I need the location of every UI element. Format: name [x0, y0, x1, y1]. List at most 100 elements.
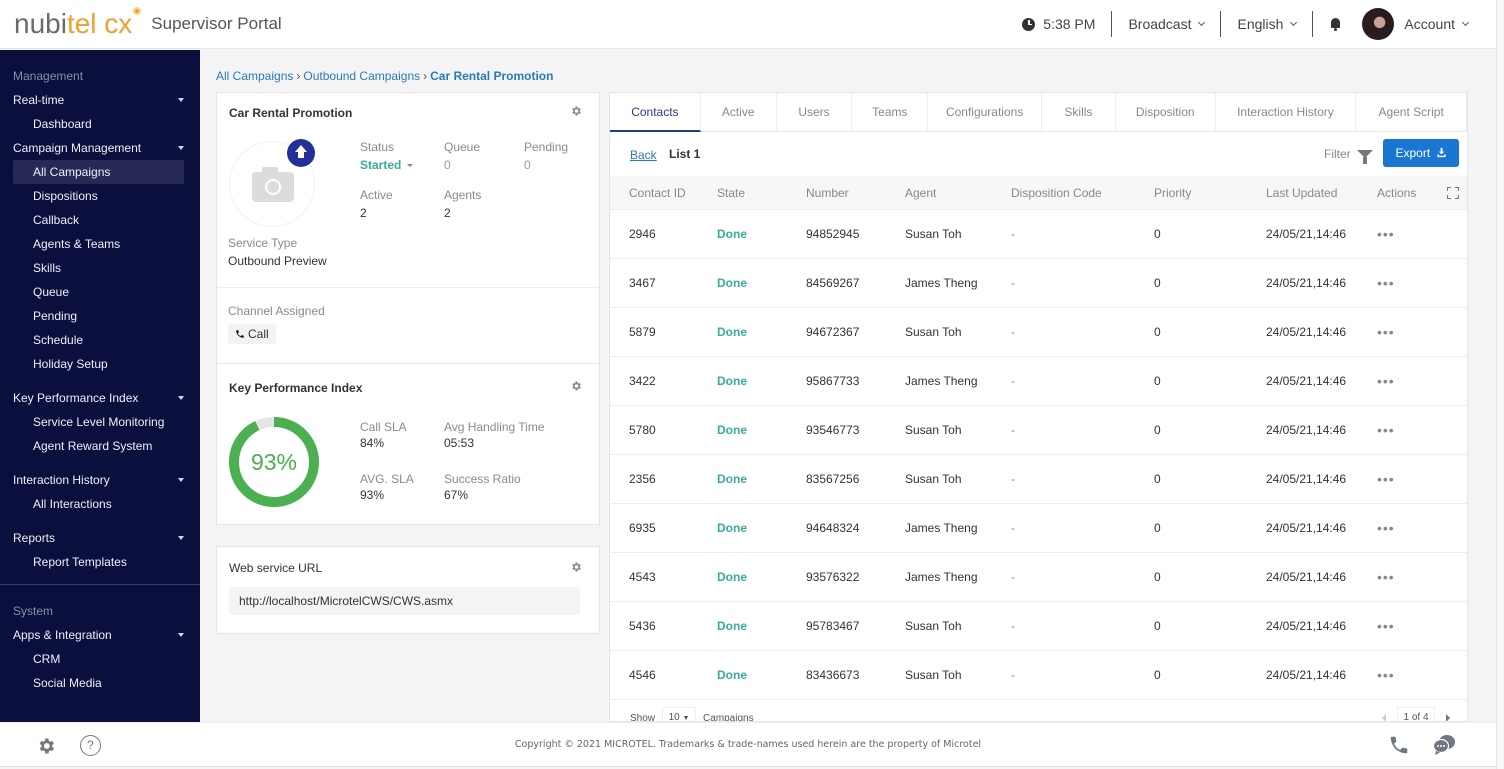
sidebar-group-campaign-management[interactable]: Campaign Management [0, 136, 200, 160]
broadcast-dropdown[interactable]: Broadcast [1112, 11, 1220, 37]
web-service-title: Web service URL [229, 561, 323, 575]
row-actions-menu-icon[interactable]: ••• [1377, 226, 1447, 242]
row-actions-menu-icon[interactable]: ••• [1377, 422, 1447, 438]
contacts-panel: Contacts Active Users Teams Configurations Sk… [609, 92, 1468, 722]
gear-icon[interactable] [570, 105, 582, 117]
sidebar-item-dashboard[interactable]: Dashboard [13, 112, 184, 136]
next-page-button[interactable] [1446, 714, 1450, 721]
sidebar-item-agent-reward-system[interactable]: Agent Reward System [13, 434, 184, 458]
sidebar-item-agents-and-teams[interactable]: Agents & Teams [13, 232, 184, 256]
cell-priority: 0 [1154, 668, 1161, 682]
sidebar-divider [0, 584, 200, 585]
sidebar-group-interaction-history[interactable]: Interaction History [0, 468, 200, 492]
cell-number: 93546773 [806, 423, 860, 437]
filter-button[interactable]: Filter [1324, 147, 1373, 164]
table-row[interactable]: 3467 Done 84569267 James Theng - 0 24/05/21,14… [610, 259, 1467, 308]
table-row[interactable]: 4546 Done 83436673 Susan Toh - 0 24/05/21,14:4… [610, 651, 1467, 700]
status-dropdown[interactable]: Started [360, 158, 414, 172]
row-actions-menu-icon[interactable]: ••• [1377, 373, 1447, 389]
table-row[interactable]: 5780 Done 93546773 Susan Toh - 0 24/05/21,14:4… [610, 406, 1467, 455]
sidebar-item-social-media[interactable]: Social Media [13, 671, 184, 695]
sidebar-item-report-templates[interactable]: Report Templates [13, 550, 184, 574]
sidebar-item-crm[interactable]: CRM [13, 647, 184, 671]
table-row[interactable]: 4543 Done 93576322 James Theng - 0 24/05/21,14… [610, 553, 1467, 602]
tab-users[interactable]: Users [777, 93, 853, 132]
cell-state: Done [717, 521, 747, 535]
row-actions-menu-icon[interactable]: ••• [1377, 471, 1447, 487]
table-row[interactable]: 5879 Done 94672367 Susan Toh - 0 24/05/21,14:4… [610, 308, 1467, 357]
sidebar-item-holiday-setup[interactable]: Holiday Setup [13, 352, 184, 376]
page-scrollbar[interactable] [1496, 0, 1504, 769]
cell-disposition-code: - [1011, 276, 1015, 290]
divider [217, 287, 599, 288]
row-actions-menu-icon[interactable]: ••• [1377, 618, 1447, 634]
cell-state: Done [717, 374, 747, 388]
tab-teams[interactable]: Teams [852, 93, 929, 132]
sidebar-item-all-campaigns[interactable]: All Campaigns [13, 160, 184, 184]
list-name: List 1 [669, 147, 701, 161]
sidebar-group-real-time[interactable]: Real-time [0, 88, 200, 112]
chat-icon[interactable] [1432, 734, 1456, 756]
notifications-button[interactable] [1313, 11, 1358, 37]
top-header: nubi tel cx Supervisor Portal 5:38 PM Bro… [0, 0, 1496, 49]
sidebar-item-schedule[interactable]: Schedule [13, 328, 184, 352]
cell-agent: Susan Toh [905, 227, 962, 241]
sidebar-item-skills[interactable]: Skills [13, 256, 184, 280]
cell-last-updated: 24/05/21,14:46 [1266, 227, 1347, 241]
tab-contacts[interactable]: Contacts [610, 93, 701, 132]
sidebar-item-pending[interactable]: Pending [13, 304, 184, 328]
table-row[interactable]: 2356 Done 83567256 Susan Toh - 0 24/05/21,14:4… [610, 455, 1467, 504]
row-actions-menu-icon[interactable]: ••• [1377, 520, 1447, 536]
tab-interaction-history[interactable]: Interaction History [1216, 93, 1357, 132]
sidebar-group-key-performance-index[interactable]: Key Performance Index [0, 386, 200, 410]
cell-contact-id: 3467 [629, 276, 656, 290]
table-row[interactable]: 2946 Done 94852945 Susan Toh - 0 24/05/21,14:4… [610, 210, 1467, 259]
gear-icon[interactable] [570, 380, 582, 392]
export-button[interactable]: Export [1383, 139, 1459, 167]
sidebar-item-callback[interactable]: Callback [13, 208, 184, 232]
cell-disposition-code: - [1011, 668, 1015, 682]
row-actions-menu-icon[interactable]: ••• [1377, 569, 1447, 585]
sidebar-group-reports[interactable]: Reports [0, 526, 200, 550]
tab-bar: Contacts Active Users Teams Configurations Sk… [610, 93, 1467, 132]
account-dropdown[interactable]: Account [1358, 8, 1470, 40]
tab-agent-script[interactable]: Agent Script [1356, 93, 1467, 132]
sidebar-item-all-interactions[interactable]: All Interactions [13, 492, 184, 516]
tab-configurations[interactable]: Configurations [928, 93, 1042, 132]
cell-last-updated: 24/05/21,14:46 [1266, 374, 1347, 388]
tab-active[interactable]: Active [701, 93, 777, 132]
table-row[interactable]: 3422 Done 95867733 James Theng - 0 24/05/21,14… [610, 357, 1467, 406]
cell-contact-id: 4546 [629, 668, 656, 682]
fullscreen-icon[interactable] [1447, 186, 1459, 199]
gear-icon[interactable] [570, 561, 582, 573]
cell-agent: Susan Toh [905, 619, 962, 633]
nubitel-logo[interactable]: nubi tel cx [14, 7, 142, 38]
tab-skills[interactable]: Skills [1042, 93, 1116, 132]
phone-icon[interactable] [1388, 734, 1410, 756]
language-dropdown[interactable]: English [1221, 11, 1312, 37]
breadcrumb-all-campaigns[interactable]: All Campaigns [216, 69, 293, 83]
web-service-url-field[interactable]: http://localhost/MicrotelCWS/CWS.asmx [229, 587, 580, 615]
cell-number: 83436673 [806, 668, 860, 682]
page-size-select[interactable]: 10 ▼ [662, 707, 696, 721]
cell-agent: Susan Toh [905, 472, 962, 486]
cell-agent: Susan Toh [905, 668, 962, 682]
row-actions-menu-icon[interactable]: ••• [1377, 667, 1447, 683]
sidebar-item-dispositions[interactable]: Dispositions [13, 184, 184, 208]
row-actions-menu-icon[interactable]: ••• [1377, 275, 1447, 291]
sidebar-item-service-level-monitoring[interactable]: Service Level Monitoring [13, 410, 184, 434]
sidebar-item-queue[interactable]: Queue [13, 280, 184, 304]
prev-page-button[interactable] [1382, 714, 1386, 721]
cell-state: Done [717, 423, 747, 437]
sidebar-group-apps-and-integration[interactable]: Apps & Integration [0, 623, 200, 647]
table-row[interactable]: 5436 Done 95783467 Susan Toh - 0 24/05/21,14:4… [610, 602, 1467, 651]
caret-down-icon [178, 478, 184, 482]
tab-disposition[interactable]: Disposition [1116, 93, 1216, 132]
breadcrumb-outbound-campaigns[interactable]: Outbound Campaigns [303, 69, 420, 83]
upload-icon[interactable] [287, 139, 315, 167]
bell-icon [1329, 17, 1342, 31]
row-actions-menu-icon[interactable]: ••• [1377, 324, 1447, 340]
channel-call-chip: Call [228, 324, 276, 344]
back-link[interactable]: Back [630, 148, 657, 162]
table-row[interactable]: 6935 Done 94648324 James Theng - 0 24/05/21,14… [610, 504, 1467, 553]
